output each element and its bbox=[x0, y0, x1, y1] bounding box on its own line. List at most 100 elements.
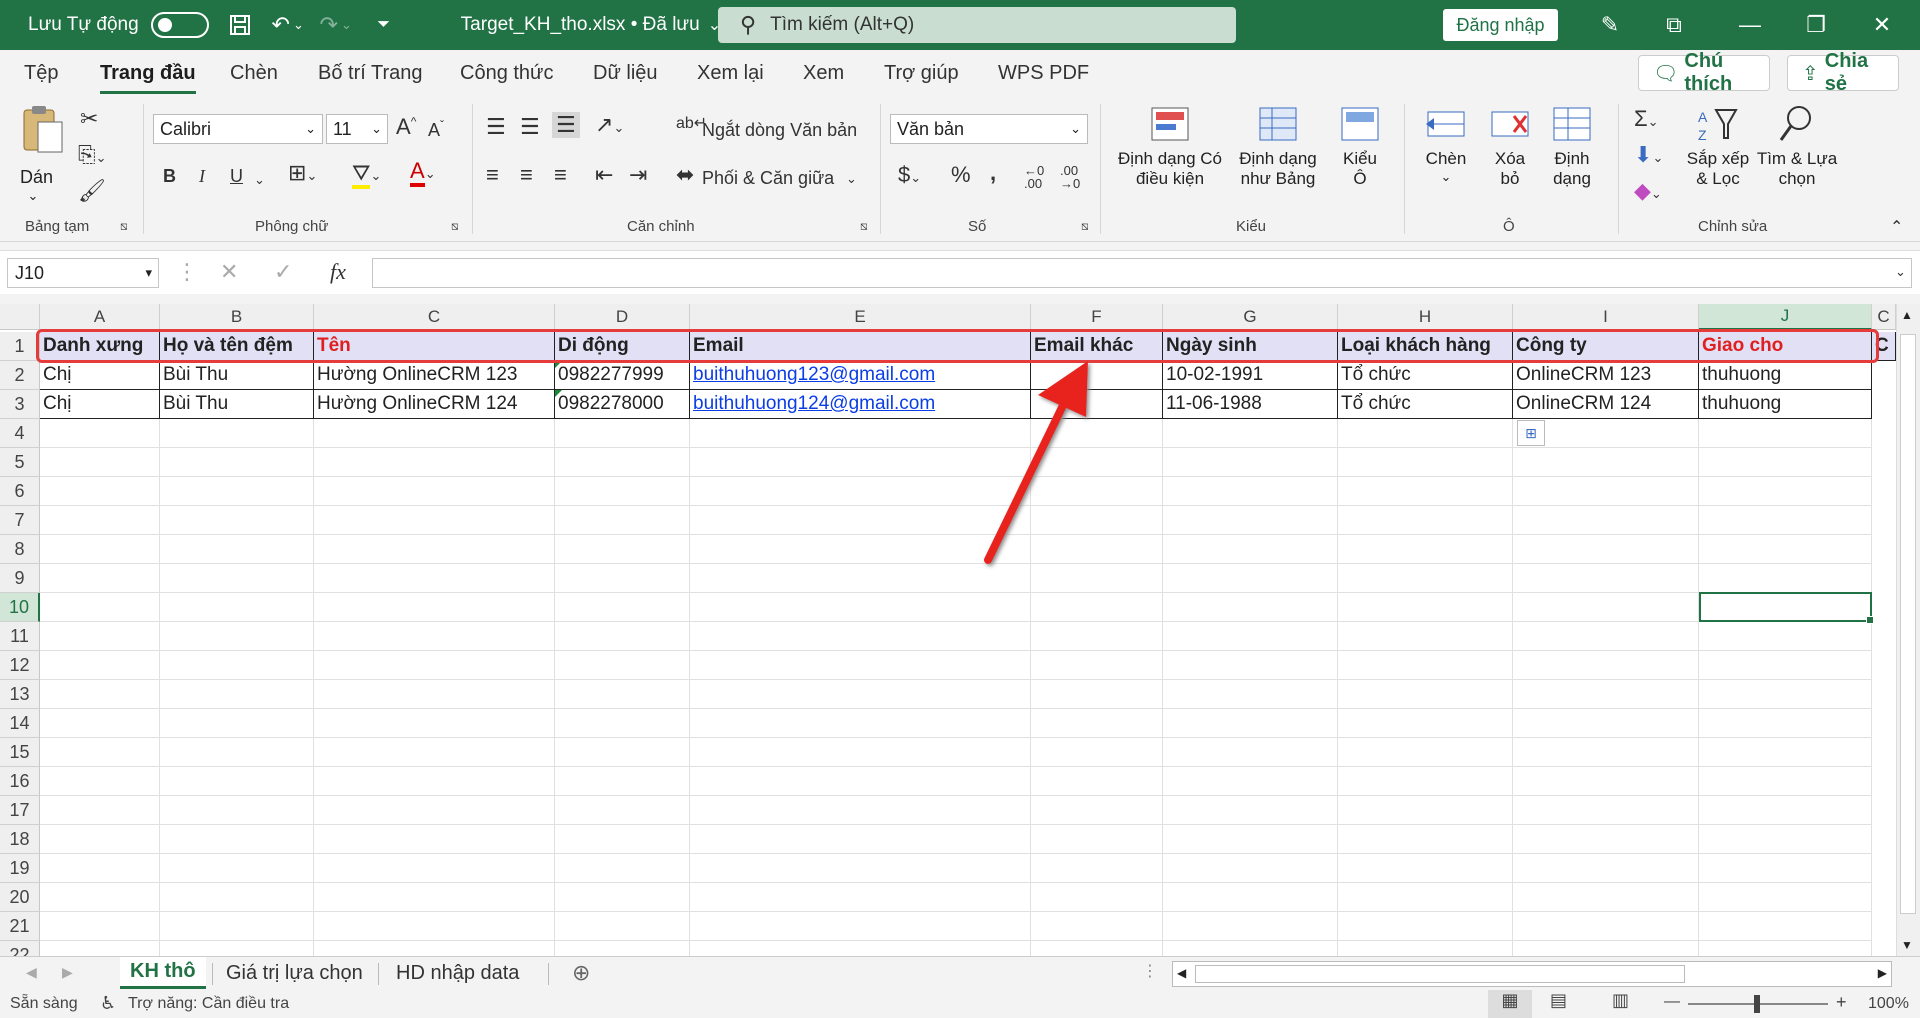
underline-button[interactable]: U bbox=[230, 166, 243, 187]
empty-cell[interactable] bbox=[314, 651, 555, 680]
empty-cell[interactable] bbox=[1699, 651, 1872, 680]
undo-icon[interactable]: ↶ ⌄ bbox=[271, 8, 305, 42]
empty-cell[interactable] bbox=[1699, 796, 1872, 825]
empty-cell[interactable] bbox=[1338, 883, 1513, 912]
page-layout-view-icon[interactable]: ▤ bbox=[1550, 990, 1567, 1011]
cancel-formula-icon[interactable]: ✕ bbox=[220, 261, 238, 283]
empty-cell[interactable] bbox=[314, 709, 555, 738]
empty-cell[interactable] bbox=[314, 738, 555, 767]
row-header[interactable]: 7 bbox=[0, 506, 40, 535]
data-cell[interactable]: OnlineCRM 124 bbox=[1513, 390, 1699, 419]
empty-cell[interactable] bbox=[555, 680, 690, 709]
data-cell[interactable]: Hường OnlineCRM 124 bbox=[314, 390, 555, 419]
copy-icon[interactable]: ⎘⌄ bbox=[78, 144, 107, 166]
empty-cell[interactable] bbox=[314, 854, 555, 883]
empty-cell[interactable] bbox=[314, 535, 555, 564]
empty-cell[interactable] bbox=[1699, 709, 1872, 738]
row-header[interactable]: 12 bbox=[0, 651, 40, 680]
merge-chevron-icon[interactable]: ⌄ bbox=[846, 172, 857, 185]
empty-cell[interactable] bbox=[40, 796, 160, 825]
empty-cell[interactable] bbox=[1338, 738, 1513, 767]
orientation-icon[interactable]: ↗⌄ bbox=[595, 114, 624, 136]
empty-cell[interactable] bbox=[160, 535, 314, 564]
empty-cell[interactable] bbox=[1163, 709, 1338, 738]
column-header[interactable]: E bbox=[690, 304, 1031, 330]
empty-cell[interactable] bbox=[555, 767, 690, 796]
tab-wps-pdf[interactable]: WPS PDF bbox=[998, 62, 1089, 85]
empty-cell[interactable] bbox=[1699, 883, 1872, 912]
empty-cell[interactable] bbox=[555, 622, 690, 651]
empty-cell[interactable] bbox=[1338, 912, 1513, 941]
expand-formula-icon[interactable]: ⌄ bbox=[1895, 265, 1906, 278]
empty-cell[interactable] bbox=[1031, 912, 1163, 941]
percent-icon[interactable]: % bbox=[951, 164, 971, 186]
empty-cell[interactable] bbox=[1513, 651, 1699, 680]
empty-cell[interactable] bbox=[314, 912, 555, 941]
data-cell[interactable]: Chị bbox=[40, 390, 160, 419]
format-as-table-button[interactable]: Định dạng như Bảng bbox=[1228, 104, 1328, 189]
merge-center-icon[interactable]: ⬌ bbox=[676, 164, 694, 186]
page-break-view-icon[interactable]: ▥ bbox=[1612, 990, 1629, 1011]
empty-cell[interactable] bbox=[1031, 825, 1163, 854]
enter-formula-icon[interactable]: ✓ bbox=[274, 261, 292, 283]
file-name[interactable]: Target_KH_tho.xlsx • Đã lưu bbox=[461, 14, 700, 36]
empty-cell[interactable] bbox=[1163, 883, 1338, 912]
row-header[interactable]: 14 bbox=[0, 709, 40, 738]
row-header[interactable]: 3 bbox=[0, 390, 40, 419]
empty-cell[interactable] bbox=[160, 767, 314, 796]
minimize-icon[interactable]: — bbox=[1718, 0, 1782, 50]
scroll-right-icon[interactable]: ▶ bbox=[1878, 966, 1887, 980]
empty-cell[interactable] bbox=[1163, 535, 1338, 564]
empty-cell[interactable] bbox=[690, 651, 1031, 680]
clipboard-launcher-icon[interactable]: ⧅ bbox=[120, 220, 128, 232]
increase-decimal-icon[interactable]: ←0.00 bbox=[1024, 164, 1044, 190]
ribbon-display-icon[interactable]: ⧉ bbox=[1642, 0, 1706, 50]
empty-cell[interactable] bbox=[314, 564, 555, 593]
align-bottom-icon[interactable]: ☰ bbox=[552, 112, 580, 138]
tab-data[interactable]: Dữ liệu bbox=[593, 62, 658, 85]
row-header[interactable]: 5 bbox=[0, 448, 40, 477]
data-cell[interactable]: 11-06-1988 bbox=[1163, 390, 1338, 419]
empty-cell[interactable] bbox=[1513, 883, 1699, 912]
empty-cell[interactable] bbox=[314, 477, 555, 506]
empty-cell[interactable] bbox=[1513, 448, 1699, 477]
font-color-icon[interactable]: A⌄ bbox=[410, 158, 436, 187]
empty-cell[interactable] bbox=[314, 883, 555, 912]
empty-cell[interactable] bbox=[160, 593, 314, 622]
number-format-select[interactable]: Văn bản ⌄ bbox=[890, 114, 1088, 144]
empty-cell[interactable] bbox=[1699, 622, 1872, 651]
increase-font-icon[interactable]: A^ bbox=[396, 114, 416, 140]
empty-cell[interactable] bbox=[555, 854, 690, 883]
empty-cell[interactable] bbox=[1338, 680, 1513, 709]
zoom-out-icon[interactable]: — bbox=[1664, 993, 1680, 1011]
next-sheet-icon[interactable]: ▶ bbox=[62, 965, 73, 979]
empty-cell[interactable] bbox=[1031, 709, 1163, 738]
delete-cells-button[interactable]: Xóa bỏ bbox=[1480, 104, 1540, 189]
empty-cell[interactable] bbox=[1699, 767, 1872, 796]
empty-cell[interactable] bbox=[1513, 680, 1699, 709]
search-box[interactable]: ⚲ Tìm kiếm (Alt+Q) bbox=[718, 7, 1236, 43]
empty-cell[interactable] bbox=[160, 419, 314, 448]
empty-cell[interactable] bbox=[160, 854, 314, 883]
empty-cell[interactable] bbox=[555, 825, 690, 854]
empty-cell[interactable] bbox=[1163, 651, 1338, 680]
customize-toolbar-icon[interactable]: ⏷ bbox=[367, 8, 401, 42]
empty-cell[interactable] bbox=[314, 419, 555, 448]
empty-cell[interactable] bbox=[1163, 477, 1338, 506]
empty-cell[interactable] bbox=[1699, 738, 1872, 767]
empty-cell[interactable] bbox=[555, 912, 690, 941]
empty-cell[interactable] bbox=[314, 796, 555, 825]
empty-cell[interactable] bbox=[1031, 651, 1163, 680]
empty-cell[interactable] bbox=[40, 767, 160, 796]
number-launcher-icon[interactable]: ⧅ bbox=[1081, 220, 1089, 232]
collapse-ribbon-icon[interactable]: ⌃ bbox=[1890, 220, 1903, 236]
empty-cell[interactable] bbox=[1031, 738, 1163, 767]
empty-cell[interactable] bbox=[1513, 622, 1699, 651]
empty-cell[interactable] bbox=[40, 419, 160, 448]
data-cell[interactable]: Bùi Thu bbox=[160, 390, 314, 419]
empty-cell[interactable] bbox=[1513, 506, 1699, 535]
empty-cell[interactable] bbox=[160, 680, 314, 709]
tab-formulas[interactable]: Công thức bbox=[460, 62, 553, 85]
row-header[interactable]: 6 bbox=[0, 477, 40, 506]
vertical-scrollbar[interactable]: ▲ ▼ bbox=[1896, 304, 1920, 956]
